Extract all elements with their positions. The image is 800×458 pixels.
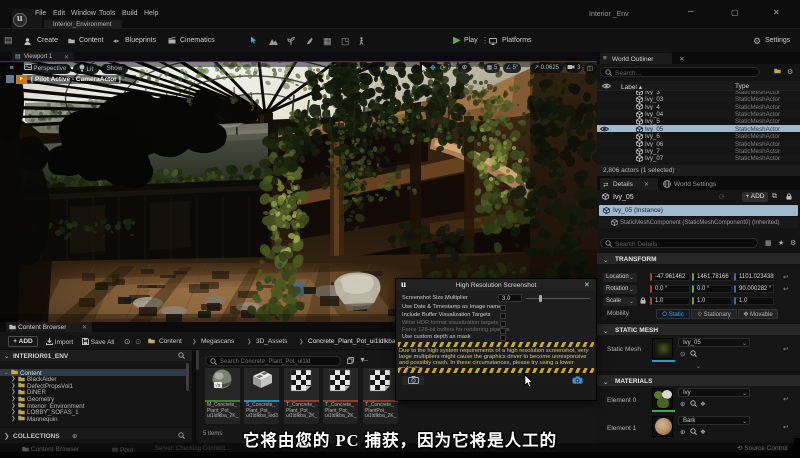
svg-text:√x: √x <box>215 382 221 389</box>
